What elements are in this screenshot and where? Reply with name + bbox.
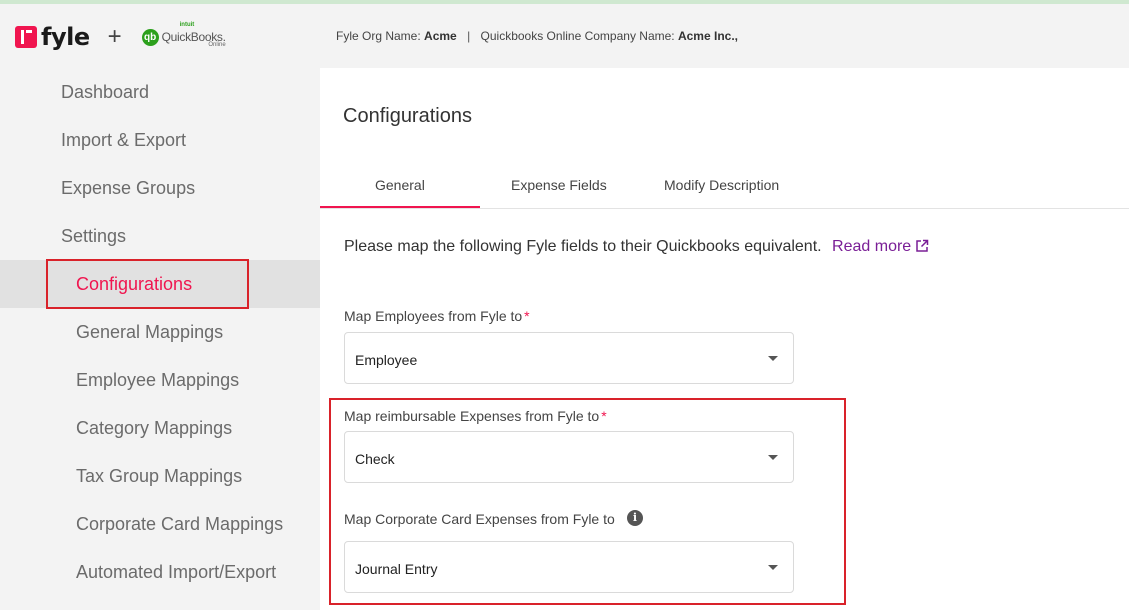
reimbursable-select[interactable]: Check <box>344 431 794 483</box>
sidebar-item-employee-mappings[interactable]: Employee Mappings <box>76 370 239 391</box>
configurations-highlight-box <box>46 259 249 309</box>
quickbooks-wordmark: intuit QuickBooks. Online <box>162 22 226 48</box>
chevron-down-icon <box>768 455 778 460</box>
employees-select-value: Employee <box>355 352 418 368</box>
tab-modify-description[interactable]: Modify Description <box>664 177 779 193</box>
tab-expense-fields[interactable]: Expense Fields <box>511 177 607 193</box>
external-link-icon <box>916 239 929 252</box>
org-info: Fyle Org Name: Acme | Quickbooks Online … <box>336 29 738 43</box>
sidebar-item-dashboard[interactable]: Dashboard <box>61 82 149 103</box>
corporate-card-select[interactable]: Journal Entry <box>344 541 794 593</box>
org-name-label: Fyle Org Name: <box>336 29 421 43</box>
intro-text: Please map the following Fyle fields to … <box>344 238 822 255</box>
quickbooks-logo: qb intuit QuickBooks. Online <box>141 22 226 48</box>
company-name-label: Quickbooks Online Company Name: <box>480 29 675 43</box>
org-separator: | <box>467 29 471 43</box>
active-tab-indicator <box>320 206 480 208</box>
company-name-value: Acme Inc., <box>677 29 738 43</box>
fyle-wordmark: fyle <box>41 23 90 51</box>
employees-label-text: Map Employees from Fyle to <box>344 308 523 324</box>
app-header: fyle + qb intuit QuickBooks. Online Fyle… <box>0 4 1129 68</box>
required-marker: * <box>601 408 607 424</box>
sidebar: Dashboard Import & Export Expense Groups… <box>0 68 320 610</box>
intro-text-row: Please map the following Fyle fields to … <box>344 238 929 256</box>
intuit-label: intuit <box>179 22 195 28</box>
read-more-link[interactable]: Read more <box>832 238 929 255</box>
chevron-down-icon <box>768 565 778 570</box>
sidebar-item-import-export[interactable]: Import & Export <box>61 130 186 151</box>
required-marker: * <box>524 308 530 324</box>
reimbursable-field-label: Map reimbursable Expenses from Fyle to * <box>344 408 607 424</box>
fyle-logo[interactable]: fyle <box>15 23 90 51</box>
reimbursable-label-text: Map reimbursable Expenses from Fyle to <box>344 408 600 424</box>
sidebar-item-settings[interactable]: Settings <box>61 226 126 247</box>
org-name-value: Acme <box>424 29 457 43</box>
sidebar-item-category-mappings[interactable]: Category Mappings <box>76 418 232 439</box>
corporate-card-select-value: Journal Entry <box>355 561 438 577</box>
main-content: Configurations General Expense Fields Mo… <box>320 68 1129 610</box>
read-more-label: Read more <box>832 238 912 255</box>
corporate-card-field-label: Map Corporate Card Expenses from Fyle to <box>344 511 615 527</box>
plus-sign: + <box>107 23 122 50</box>
info-icon[interactable]: i <box>627 510 643 526</box>
chevron-down-icon <box>768 356 778 361</box>
fyle-mark-icon <box>15 26 37 48</box>
corporate-card-label-text: Map Corporate Card Expenses from Fyle to <box>344 511 615 527</box>
sidebar-item-expense-groups[interactable]: Expense Groups <box>61 178 195 199</box>
sidebar-item-corporate-card-mappings[interactable]: Corporate Card Mappings <box>76 514 283 535</box>
tab-bar: General Expense Fields Modify Descriptio… <box>320 168 1129 209</box>
reimbursable-select-value: Check <box>355 451 395 467</box>
employees-field-label: Map Employees from Fyle to * <box>344 308 530 324</box>
brand-logos: fyle + qb intuit QuickBooks. Online <box>15 22 226 52</box>
sidebar-item-tax-group-mappings[interactable]: Tax Group Mappings <box>76 466 242 487</box>
quickbooks-mark-icon: qb <box>141 28 159 46</box>
page-title: Configurations <box>343 105 472 127</box>
tab-general[interactable]: General <box>375 177 425 193</box>
sidebar-item-general-mappings[interactable]: General Mappings <box>76 322 223 343</box>
employees-select[interactable]: Employee <box>344 332 794 384</box>
sidebar-item-automated-import-export[interactable]: Automated Import/Export <box>76 562 276 583</box>
quickbooks-online-label: Online <box>208 42 226 48</box>
